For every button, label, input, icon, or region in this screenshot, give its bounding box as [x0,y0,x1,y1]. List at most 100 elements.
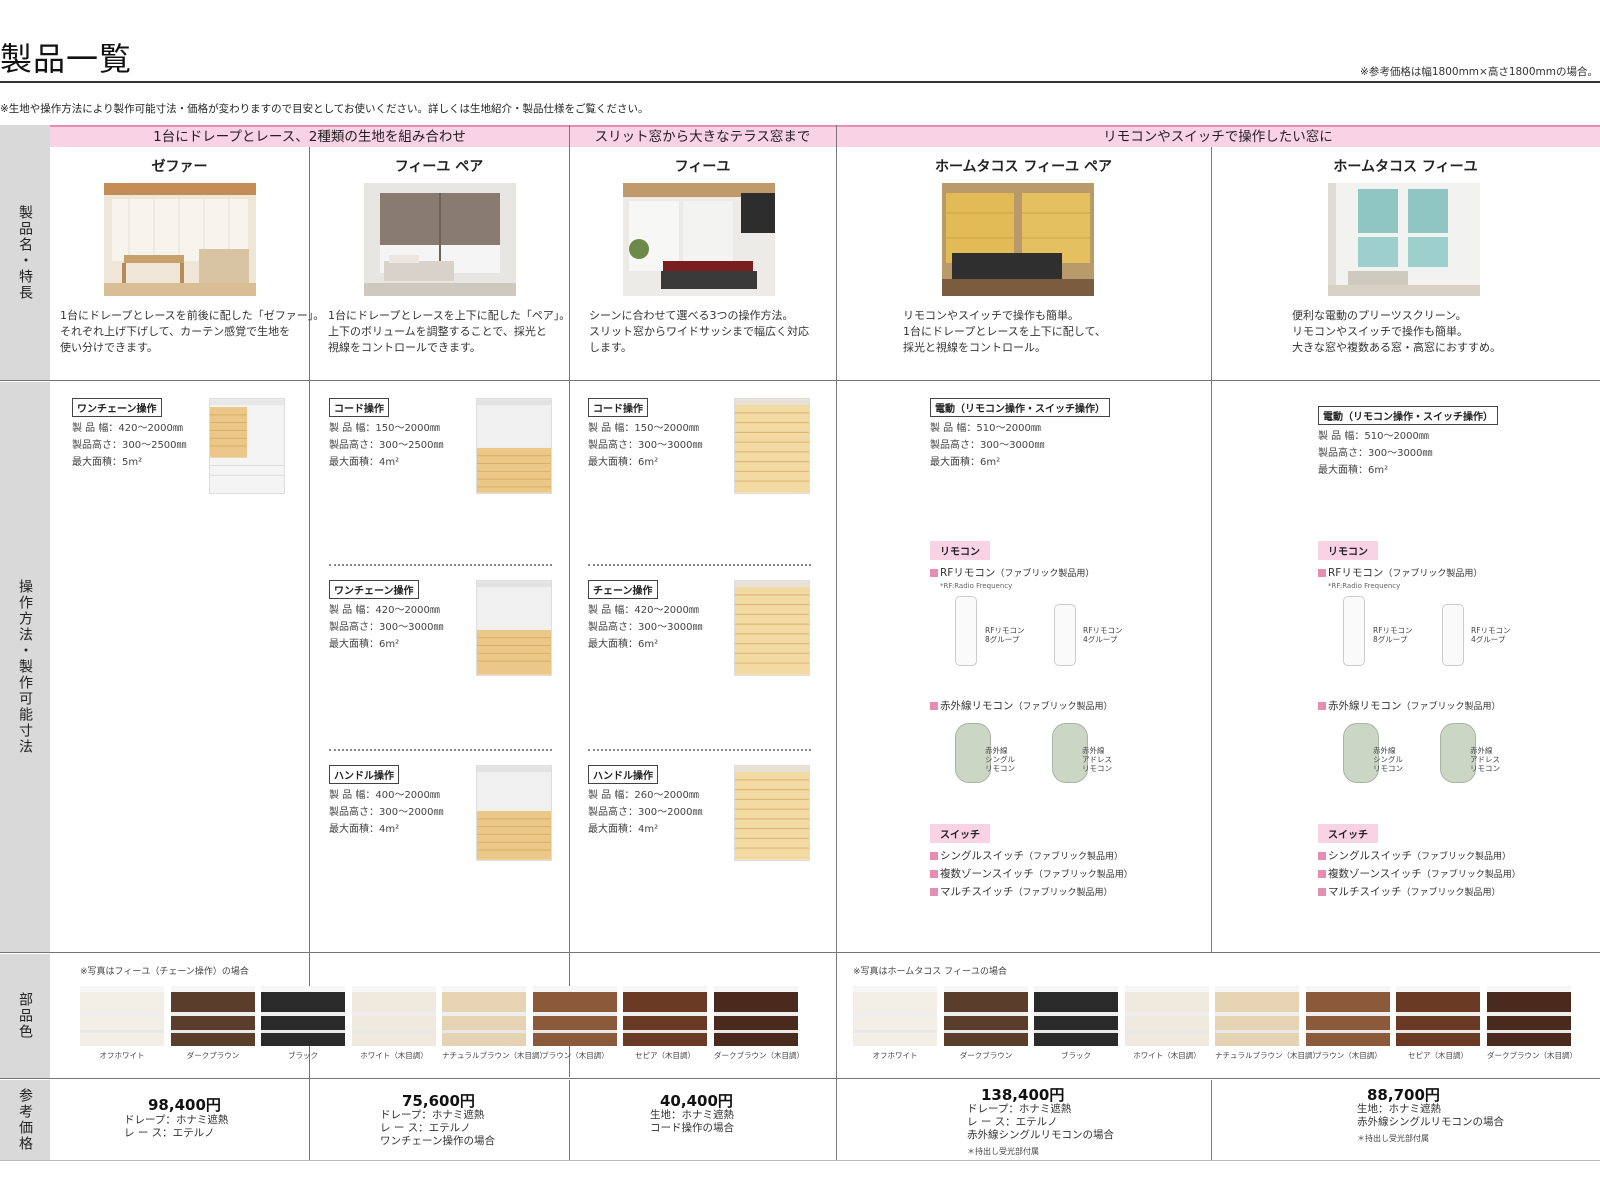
ir-single-remote-label: 赤外線 シングル リモコン [1373,746,1403,773]
rf-remote-8-image [1343,596,1365,666]
parts-color-swatch [1125,986,1209,1046]
parts-color-swatch [80,986,164,1046]
product-description: 1台にドレープとレースを前後に配した「ゼファー」。 それぞれ上げ下げして、カーテ… [60,309,325,354]
spec-width: 製 品 幅：420〜2000㎜ [588,605,699,616]
remote-tag: リモコン [930,541,990,560]
parts-color-label: ダークブラウン（木目調） [714,1051,804,1060]
parts-color-label: ブラック [288,1051,318,1060]
parts-color-swatch [1396,986,1480,1046]
spec-width: 製 品 幅：420〜2000㎜ [329,605,440,616]
price-detail: 生地：ホナミ遮熱 コード操作の場合 [650,1109,734,1134]
price-detail: ドレープ：ホナミ遮熱 レ ー ス：エテルノ ワンチェーン操作の場合 [380,1109,495,1147]
remote-tag: リモコン [1318,541,1378,560]
parts-color-label: ダークブラウン [186,1051,240,1060]
row-divider [0,1160,1600,1161]
column-divider [569,1080,570,1160]
switch-item: マルチスイッチ（ファブリック製品用） [1318,884,1501,899]
product-price: 40,400円 [660,1092,733,1110]
price-detail: ドレープ：ホナミ遮熱 レ ー ス：エテルノ [124,1114,229,1139]
rf-note: *RF:Radio Frequency [940,582,1013,590]
rf-remote-8-image [955,596,977,666]
spec-width: 製 品 幅：150〜2000㎜ [588,423,699,434]
operation-label: 電動（リモコン操作・スイッチ操作） [1318,406,1498,425]
parts-color-label: ブラウン（木目調） [541,1051,609,1060]
parts-color-label: ホワイト（木目調） [360,1051,428,1060]
band-remote: リモコンやスイッチで操作したい窓に [836,125,1600,147]
operation-label: ワンチェーン操作 [72,398,162,417]
switch-tag: スイッチ [1318,824,1378,843]
spec-height: 製品高さ：300〜3000㎜ [1318,448,1433,459]
column-divider [836,125,837,1160]
spec-list: 製 品 幅：420〜2000㎜ 製品高さ：300〜2500㎜ 最大面積：5m² [72,420,187,471]
parts-note: ※写真はホームタコス フィーユの場合 [853,967,1007,977]
product-photo [104,183,256,296]
operation-label: コード操作 [588,398,648,417]
blind-thumbnail [734,398,810,494]
product-price: 88,700円 [1367,1086,1440,1104]
product-name: フィーユ ペア [394,159,484,175]
rf-remote-4-image [1442,604,1464,666]
parts-color-swatch [1487,986,1571,1046]
parts-color-label: セピア（木目調） [1408,1051,1468,1060]
parts-color-swatch [1034,986,1118,1046]
row-label-price: 参考価格 [0,1080,50,1160]
section-divider [329,749,552,751]
spec-area: 最大面積：6m² [930,457,1001,468]
parts-color-swatch [944,986,1028,1046]
switch-tag: スイッチ [930,824,990,843]
blind-thumbnail [476,580,552,676]
blind-thumbnail [476,765,552,861]
row-label-operation: 操作方法・製作可能寸法 [0,382,50,952]
spec-list: 製 品 幅：150〜2000㎜ 製品高さ：300〜3000㎜ 最大面積：6m² [588,420,703,471]
blind-thumbnail [476,398,552,494]
spec-area: 最大面積：6m² [1318,465,1389,476]
parts-color-label: ナチュラルブラウン（木目調） [442,1051,547,1060]
parts-color-label: ダークブラウン [959,1051,1013,1060]
row-label-product: 製品名・特長 [0,125,50,380]
column-divider [1211,1080,1212,1160]
parts-color-label: ダークブラウン（木目調） [1487,1051,1577,1060]
column-divider [569,125,570,1077]
spec-area: 最大面積：4m² [329,824,400,835]
operation-label: 電動（リモコン操作・スイッチ操作） [930,398,1110,417]
row-divider [0,1078,1600,1079]
spec-height: 製品高さ：300〜3000㎜ [930,440,1045,451]
switch-item: 複数ゾーンスイッチ（ファブリック製品用） [930,866,1133,881]
parts-color-swatch [442,986,526,1046]
title-rule [0,81,1600,83]
rf-remote-4-label: RFリモコン 4グループ [1083,626,1123,644]
parts-color-label: オフホワイト [99,1051,145,1060]
ir-remote-title: 赤外線リモコン（ファブリック製品用） [1318,698,1501,713]
spec-height: 製品高さ：300〜3000㎜ [329,622,444,633]
spec-area: 最大面積：5m² [72,457,143,468]
price-asterisk: ＊持出し受光部付属 [1357,1134,1429,1143]
price-detail: ドレープ：ホナミ遮熱 レ ー ス：エテルノ 赤外線シングルリモコンの場合 [967,1103,1114,1141]
band-slit: スリット窓から大きなテラス窓まで [569,125,836,147]
row-label-parts: 部品色 [0,954,50,1078]
price-note: ※参考価格は幅1800mm×高さ1800mmの場合。 [1360,66,1598,78]
ir-address-remote-label: 赤外線 アドレス リモコン [1082,746,1112,773]
spec-height: 製品高さ：300〜2500㎜ [329,440,444,451]
parts-color-label: オフホワイト [872,1051,918,1060]
column-divider [1211,147,1212,952]
spec-list: 製 品 幅：150〜2000㎜ 製品高さ：300〜2500㎜ 最大面積：4m² [329,420,444,471]
operation-label: チェーン操作 [588,580,658,599]
main-note: ※生地や操作方法により製作可能寸法・価格が変わりますので目安としてお使いください… [0,103,649,115]
page-title: 製品一覧 [0,40,133,78]
rf-note: *RF:Radio Frequency [1328,582,1401,590]
rf-remote-8-label: RFリモコン 8グループ [985,626,1025,644]
spec-width: 製 品 幅：150〜2000㎜ [329,423,440,434]
spec-height: 製品高さ：300〜2500㎜ [72,440,187,451]
rf-remote-4-image [1054,604,1076,666]
switch-item: 複数ゾーンスイッチ（ファブリック製品用） [1318,866,1521,881]
spec-width: 製 品 幅：510〜2000㎜ [1318,431,1429,442]
product-photo [942,183,1094,296]
product-photo [623,183,775,296]
spec-area: 最大面積：6m² [588,457,659,468]
parts-color-label: ブラック [1061,1051,1091,1060]
operation-label: コード操作 [329,398,389,417]
parts-color-swatch [1215,986,1299,1046]
section-divider [329,564,552,566]
operation-label: ワンチェーン操作 [329,580,419,599]
operation-label: ハンドル操作 [588,765,658,784]
